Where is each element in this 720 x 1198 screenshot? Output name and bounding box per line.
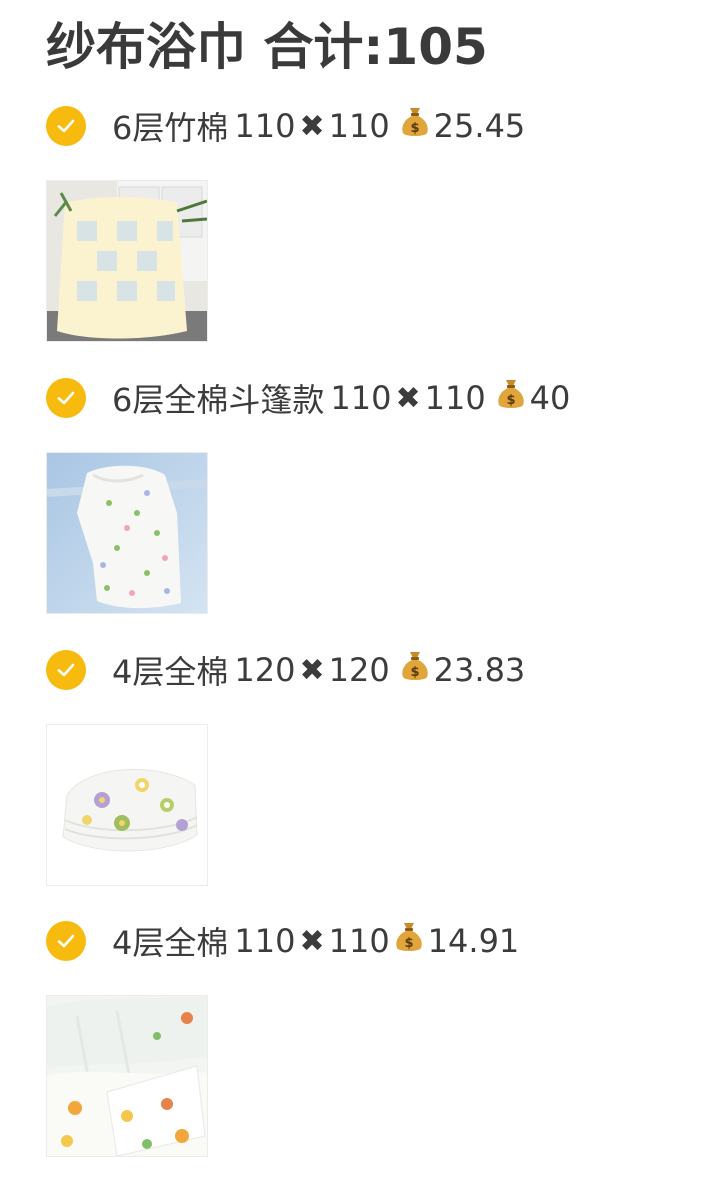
item-size-b: 110	[424, 379, 486, 417]
item-size-a: 110	[330, 379, 392, 417]
item-size-a: 110	[234, 107, 296, 145]
checkbox-checked-icon[interactable]	[46, 921, 86, 961]
item-text: 6层竹棉 110 ✖ 110 $ 25.45	[112, 103, 525, 149]
item-row: 6层竹棉 110 ✖ 110 $ 25.45	[46, 98, 525, 154]
item-row: 6层全棉斗篷款 110 ✖ 110 $ 40	[46, 370, 570, 426]
note-page: 纱布浴巾 合计:105 6层竹棉 110 ✖ 110 $ 25.45 6层全棉斗…	[0, 0, 720, 1198]
item-price: 40	[529, 379, 571, 417]
item-name: 4层全棉	[112, 653, 229, 691]
item-size-a: 120	[234, 651, 296, 689]
item-name: 6层全棉斗篷款	[112, 381, 325, 419]
item-price: 25.45	[433, 107, 526, 145]
times-icon: ✖	[395, 380, 421, 416]
money-bag-icon: $	[496, 378, 526, 418]
svg-text:$: $	[410, 121, 419, 136]
svg-text:$: $	[506, 393, 515, 408]
svg-text:$: $	[404, 936, 413, 951]
item-row: 4层全棉 110 ✖ 110 $ 14.91	[46, 913, 519, 969]
svg-text:$: $	[410, 665, 419, 680]
item-text: 6层全棉斗篷款 110 ✖ 110 $ 40	[112, 375, 570, 421]
money-bag-icon: $	[400, 650, 430, 690]
money-bag-icon: $	[400, 106, 430, 146]
checkbox-checked-icon[interactable]	[46, 650, 86, 690]
times-icon: ✖	[299, 108, 325, 144]
money-bag-icon: $	[394, 921, 424, 961]
item-row: 4层全棉 120 ✖ 120 $ 23.83	[46, 642, 525, 698]
times-icon: ✖	[299, 923, 325, 959]
product-image-bamboo-towel	[46, 180, 208, 342]
checkbox-checked-icon[interactable]	[46, 378, 86, 418]
times-icon: ✖	[299, 652, 325, 688]
item-size-b: 110	[328, 922, 390, 960]
product-image-hooded-towel	[46, 452, 208, 614]
item-size-a: 110	[234, 922, 296, 960]
item-price: 14.91	[427, 922, 520, 960]
item-size-b: 120	[328, 651, 390, 689]
item-name: 6层竹棉	[112, 109, 229, 147]
product-image-folded-towel	[46, 724, 208, 886]
item-text: 4层全棉 110 ✖ 110 $ 14.91	[112, 918, 519, 964]
item-name: 4层全棉	[112, 924, 229, 962]
checkbox-checked-icon[interactable]	[46, 106, 86, 146]
item-size-b: 110	[328, 107, 390, 145]
page-title: 纱布浴巾 合计:105	[46, 18, 488, 76]
item-price: 23.83	[433, 651, 526, 689]
product-image-printed-towel	[46, 995, 208, 1157]
item-text: 4层全棉 120 ✖ 120 $ 23.83	[112, 647, 525, 693]
